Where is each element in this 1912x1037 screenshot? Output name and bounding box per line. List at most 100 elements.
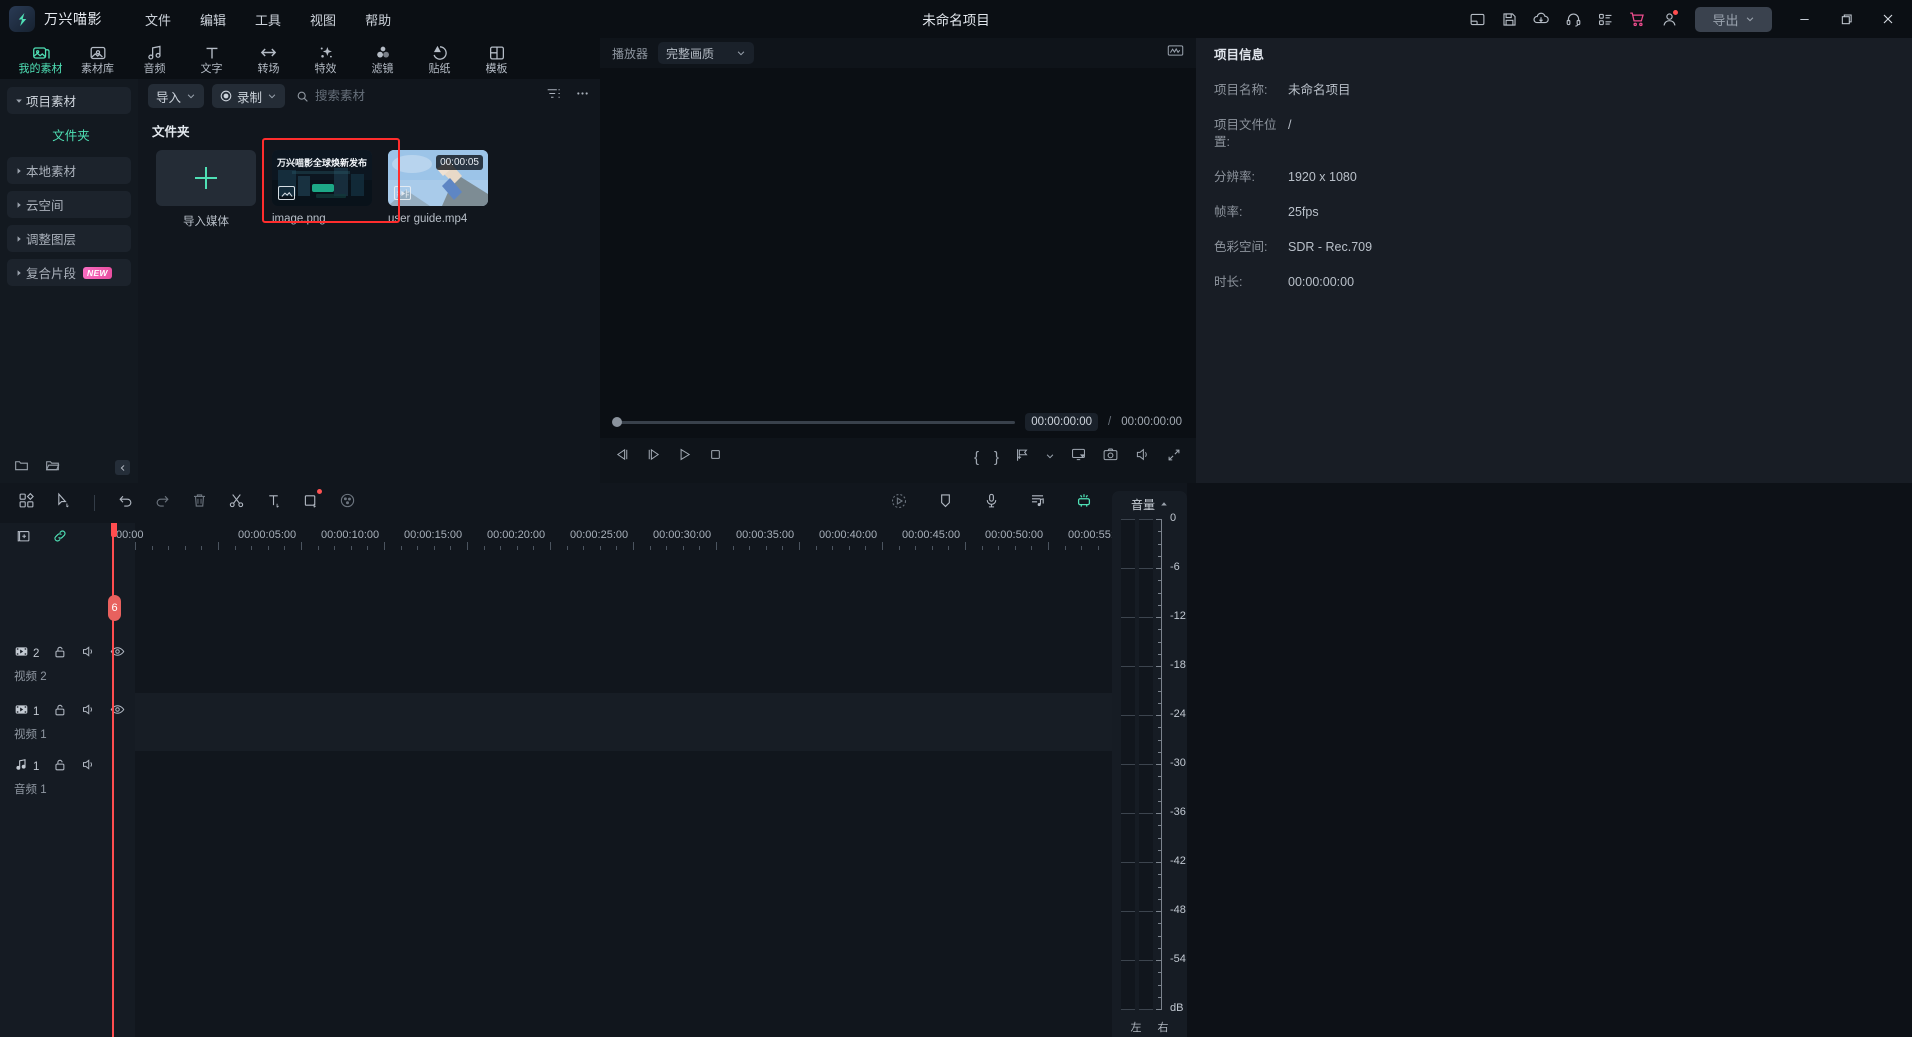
crop-square-icon[interactable] (302, 492, 319, 514)
info-value: 00:00:00:00 (1288, 274, 1354, 291)
media-item-import[interactable]: 导入媒体 (156, 150, 256, 229)
folder-open-icon[interactable] (45, 458, 60, 478)
speaker-icon[interactable] (81, 644, 96, 664)
add-track-icon[interactable] (16, 528, 32, 549)
more-options-icon[interactable] (575, 86, 590, 106)
track-header-video-2[interactable]: 2 视频 2 (0, 635, 135, 693)
cloud-upload-icon[interactable] (1526, 4, 1556, 34)
prev-frame-icon[interactable] (614, 446, 631, 468)
tab-audio[interactable]: 音频 (128, 38, 181, 79)
snapshot-camera-icon[interactable] (1102, 446, 1119, 468)
waveform-icon[interactable] (1167, 43, 1184, 63)
track-header-video-1[interactable]: 1 视频 1 (0, 693, 135, 751)
redo-icon[interactable] (154, 492, 171, 514)
marker-shield-icon[interactable] (937, 492, 954, 514)
grid-apps-icon[interactable] (1590, 4, 1620, 34)
volume-icon[interactable] (1134, 446, 1151, 468)
video-preview-stage[interactable] (600, 68, 1196, 438)
color-palette-icon[interactable] (339, 492, 356, 514)
media-item-video[interactable]: 00:00:05 user guide.mp4 (388, 150, 488, 229)
playhead[interactable]: 6 (112, 523, 114, 1037)
record-button[interactable]: 录制 (212, 84, 285, 108)
track-row-audio-1[interactable] (135, 751, 1242, 803)
tab-transitions[interactable]: 转场 (242, 38, 295, 79)
voiceover-mic-icon[interactable] (983, 492, 1000, 514)
timeline-ruler[interactable]: 00:00 00:00:05:00 00:00:10:00 00:00:15:0… (135, 523, 1242, 553)
next-frame-icon[interactable] (645, 446, 662, 468)
tab-my-media[interactable]: 我的素材 (14, 38, 67, 79)
sidebar-item-adjustment-layer[interactable]: 调整图层 (7, 225, 131, 252)
media-thumbnail[interactable]: 万兴喵影全球焕新发布 (272, 150, 372, 206)
tab-stickers[interactable]: 贴纸 (413, 38, 466, 79)
sidebar-item-cloud[interactable]: 云空间 (7, 191, 131, 218)
filter-sort-icon[interactable] (546, 86, 561, 106)
sidebar-item-project-media[interactable]: 项目素材 (7, 87, 131, 114)
fullscreen-icon[interactable] (1166, 447, 1182, 468)
info-key: 分辨率: (1214, 169, 1288, 186)
minimize-icon[interactable] (1784, 0, 1824, 38)
collapse-panel-button[interactable] (115, 460, 130, 475)
sidebar-item-compound-clip[interactable]: 复合片段 NEW (7, 259, 131, 286)
menu-view[interactable]: 视图 (299, 5, 347, 34)
delete-trash-icon[interactable] (191, 492, 208, 514)
scrubber-handle[interactable] (612, 417, 622, 427)
new-folder-icon[interactable] (14, 458, 29, 478)
ruler-tick-minor (865, 546, 866, 550)
menu-tools[interactable]: 工具 (244, 5, 292, 34)
layout-blocks-icon[interactable] (18, 492, 35, 514)
play-icon[interactable] (676, 446, 693, 468)
chevron-down-icon[interactable] (1045, 448, 1055, 466)
audio-detach-icon[interactable] (1029, 492, 1046, 514)
lock-open-icon[interactable] (53, 645, 67, 664)
link-icon[interactable] (52, 528, 68, 549)
mark-out-icon[interactable]: } (994, 449, 999, 466)
stop-icon[interactable] (707, 446, 724, 468)
tab-templates[interactable]: 模板 (470, 38, 523, 79)
maximize-icon[interactable] (1826, 0, 1866, 38)
menu-file[interactable]: 文件 (134, 5, 182, 34)
add-marker-icon[interactable] (1014, 447, 1030, 468)
speaker-icon[interactable] (81, 757, 96, 777)
speaker-icon[interactable] (81, 702, 96, 722)
sidebar-item-local-media[interactable]: 本地素材 (7, 157, 131, 184)
menu-edit[interactable]: 编辑 (189, 5, 237, 34)
import-tile[interactable] (156, 150, 256, 206)
track-row-video-2[interactable] (135, 635, 1242, 693)
lock-open-icon[interactable] (53, 703, 67, 722)
import-button[interactable]: 导入 (148, 84, 204, 108)
split-scissors-icon[interactable] (228, 492, 245, 514)
tab-text[interactable]: 文字 (185, 38, 238, 79)
save-icon[interactable] (1494, 4, 1524, 34)
add-text-icon[interactable] (265, 492, 282, 514)
media-item-image[interactable]: 万兴喵影全球焕新发布 image.png (272, 150, 372, 229)
caret-right-icon (11, 269, 26, 277)
undo-icon[interactable] (117, 492, 134, 514)
media-thumbnail[interactable]: 00:00:05 (388, 150, 488, 206)
tab-filters[interactable]: 滤镜 (356, 38, 409, 79)
playback-scrubber[interactable] (614, 421, 1015, 424)
tab-effects[interactable]: 特效 (299, 38, 352, 79)
tab-stock-library[interactable]: 素材库 (71, 38, 124, 79)
toolbar-divider (94, 495, 95, 511)
info-rows: 项目名称: 未命名项目 项目文件位置: / 分辨率: 1920 x 1080 帧… (1196, 68, 1912, 291)
export-button[interactable]: 导出 (1695, 7, 1772, 32)
channel-gridline (1139, 960, 1153, 961)
menu-help[interactable]: 帮助 (354, 5, 402, 34)
green-screen-icon[interactable] (1075, 492, 1093, 515)
auto-reframe-icon[interactable] (890, 492, 908, 515)
search-input[interactable] (315, 89, 465, 103)
close-icon[interactable] (1868, 0, 1908, 38)
mark-in-icon[interactable]: { (974, 449, 979, 466)
headset-icon[interactable] (1558, 4, 1588, 34)
track-row-video-1[interactable] (135, 693, 1242, 751)
layout-icon[interactable] (1462, 4, 1492, 34)
quality-dropdown[interactable]: 完整画质 (658, 42, 754, 64)
ruler-tick-minor (417, 546, 418, 550)
sidebar-item-folder[interactable]: 文件夹 (7, 121, 131, 148)
select-cursor-icon[interactable] (55, 492, 72, 514)
pop-out-icon[interactable] (1070, 446, 1087, 468)
track-header-audio-1[interactable]: 1 音频 1 (0, 751, 135, 803)
lock-open-icon[interactable] (53, 758, 67, 777)
cart-icon[interactable] (1622, 4, 1652, 34)
account-icon[interactable] (1654, 4, 1684, 34)
